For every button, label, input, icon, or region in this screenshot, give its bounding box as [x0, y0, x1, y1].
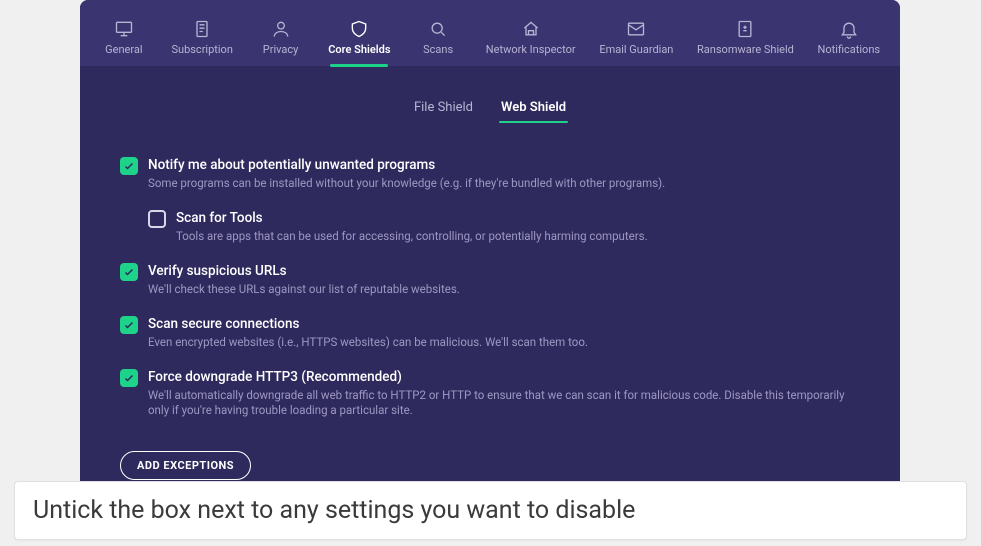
opt-http3-text: Force downgrade HTTP3 (Recommended) We'll…	[148, 368, 860, 418]
tab-label: Scans	[423, 43, 453, 56]
tab-ransomware-shield[interactable]: Ransomware Shield	[691, 15, 800, 66]
tab-scans[interactable]: Scans	[408, 15, 468, 66]
tab-core-shields[interactable]: Core Shields	[322, 15, 396, 66]
opt-tools-checkbox[interactable]	[148, 210, 166, 228]
opt-tools-title: Scan for Tools	[176, 209, 860, 227]
opt-urls-title: Verify suspicious URLs	[148, 262, 860, 280]
tab-subscription[interactable]: Subscription	[165, 15, 238, 66]
opt-http3-desc: We'll automatically downgrade all web tr…	[148, 388, 860, 418]
settings-content: Notify me about potentially unwanted pro…	[80, 129, 900, 480]
opt-http3-title: Force downgrade HTTP3 (Recommended)	[148, 368, 860, 386]
opt-pup-title: Notify me about potentially unwanted pro…	[148, 156, 860, 174]
tab-label: Ransomware Shield	[697, 43, 794, 56]
tab-label: Network Inspector	[486, 43, 576, 56]
opt-urls-checkbox[interactable]	[120, 263, 138, 281]
tab-general[interactable]: General	[94, 15, 154, 66]
opt-pup-desc: Some programs can be installed without y…	[148, 176, 860, 191]
tab-email-guardian[interactable]: Email Guardian	[593, 15, 679, 66]
receipt-icon	[192, 19, 212, 39]
tab-label: Privacy	[263, 43, 299, 56]
tab-label: General	[105, 43, 142, 56]
tab-notifications[interactable]: Notifications	[812, 15, 887, 66]
opt-http3-checkbox[interactable]	[120, 369, 138, 387]
monitor-icon	[114, 19, 134, 39]
opt-secure-checkbox[interactable]	[120, 316, 138, 334]
home-net-icon	[521, 19, 541, 39]
opt-secure-row: Scan secure connections Even encrypted we…	[120, 306, 860, 359]
mail-icon	[626, 19, 646, 39]
tab-label: Core Shields	[328, 43, 390, 56]
subtab-file-shield[interactable]: File Shield	[414, 100, 473, 121]
opt-http3-row: Force downgrade HTTP3 (Recommended) We'll…	[120, 359, 860, 427]
app-window: General Subscription Privacy Core Shields Sc…	[80, 0, 900, 505]
tab-label: Subscription	[171, 43, 232, 56]
add-exceptions-button[interactable]: ADD EXCEPTIONS	[120, 451, 251, 480]
tab-label: Notifications	[818, 43, 881, 56]
instruction-caption: Untick the box next to any settings you …	[14, 481, 967, 540]
shield-icon	[349, 19, 369, 39]
opt-secure-title: Scan secure connections	[148, 315, 860, 333]
sub-tabs: File Shield Web Shield	[80, 66, 900, 129]
opt-secure-desc: Even encrypted websites (i.e., HTTPS web…	[148, 335, 860, 350]
top-nav: General Subscription Privacy Core Shields Sc…	[80, 0, 900, 66]
bell-icon	[839, 19, 859, 39]
tab-label: Email Guardian	[599, 43, 673, 56]
opt-pup-text: Notify me about potentially unwanted pro…	[148, 156, 860, 191]
subtab-web-shield[interactable]: Web Shield	[501, 100, 566, 121]
opt-secure-text: Scan secure connections Even encrypted we…	[148, 315, 860, 350]
opt-tools-desc: Tools are apps that can be used for acce…	[176, 229, 860, 244]
opt-urls-text: Verify suspicious URLs We'll check these …	[148, 262, 860, 297]
opt-urls-desc: We'll check these URLs against our list …	[148, 282, 860, 297]
opt-tools-row: Scan for Tools Tools are apps that can be…	[120, 200, 860, 253]
search-icon	[428, 19, 448, 39]
opt-pup-checkbox[interactable]	[120, 157, 138, 175]
ransom-icon	[735, 19, 755, 39]
tab-network-inspector[interactable]: Network Inspector	[480, 15, 582, 66]
opt-pup-row: Notify me about potentially unwanted pro…	[120, 147, 860, 200]
tab-privacy[interactable]: Privacy	[251, 15, 311, 66]
person-icon	[271, 19, 291, 39]
opt-urls-row: Verify suspicious URLs We'll check these …	[120, 253, 860, 306]
opt-tools-text: Scan for Tools Tools are apps that can be…	[176, 209, 860, 244]
